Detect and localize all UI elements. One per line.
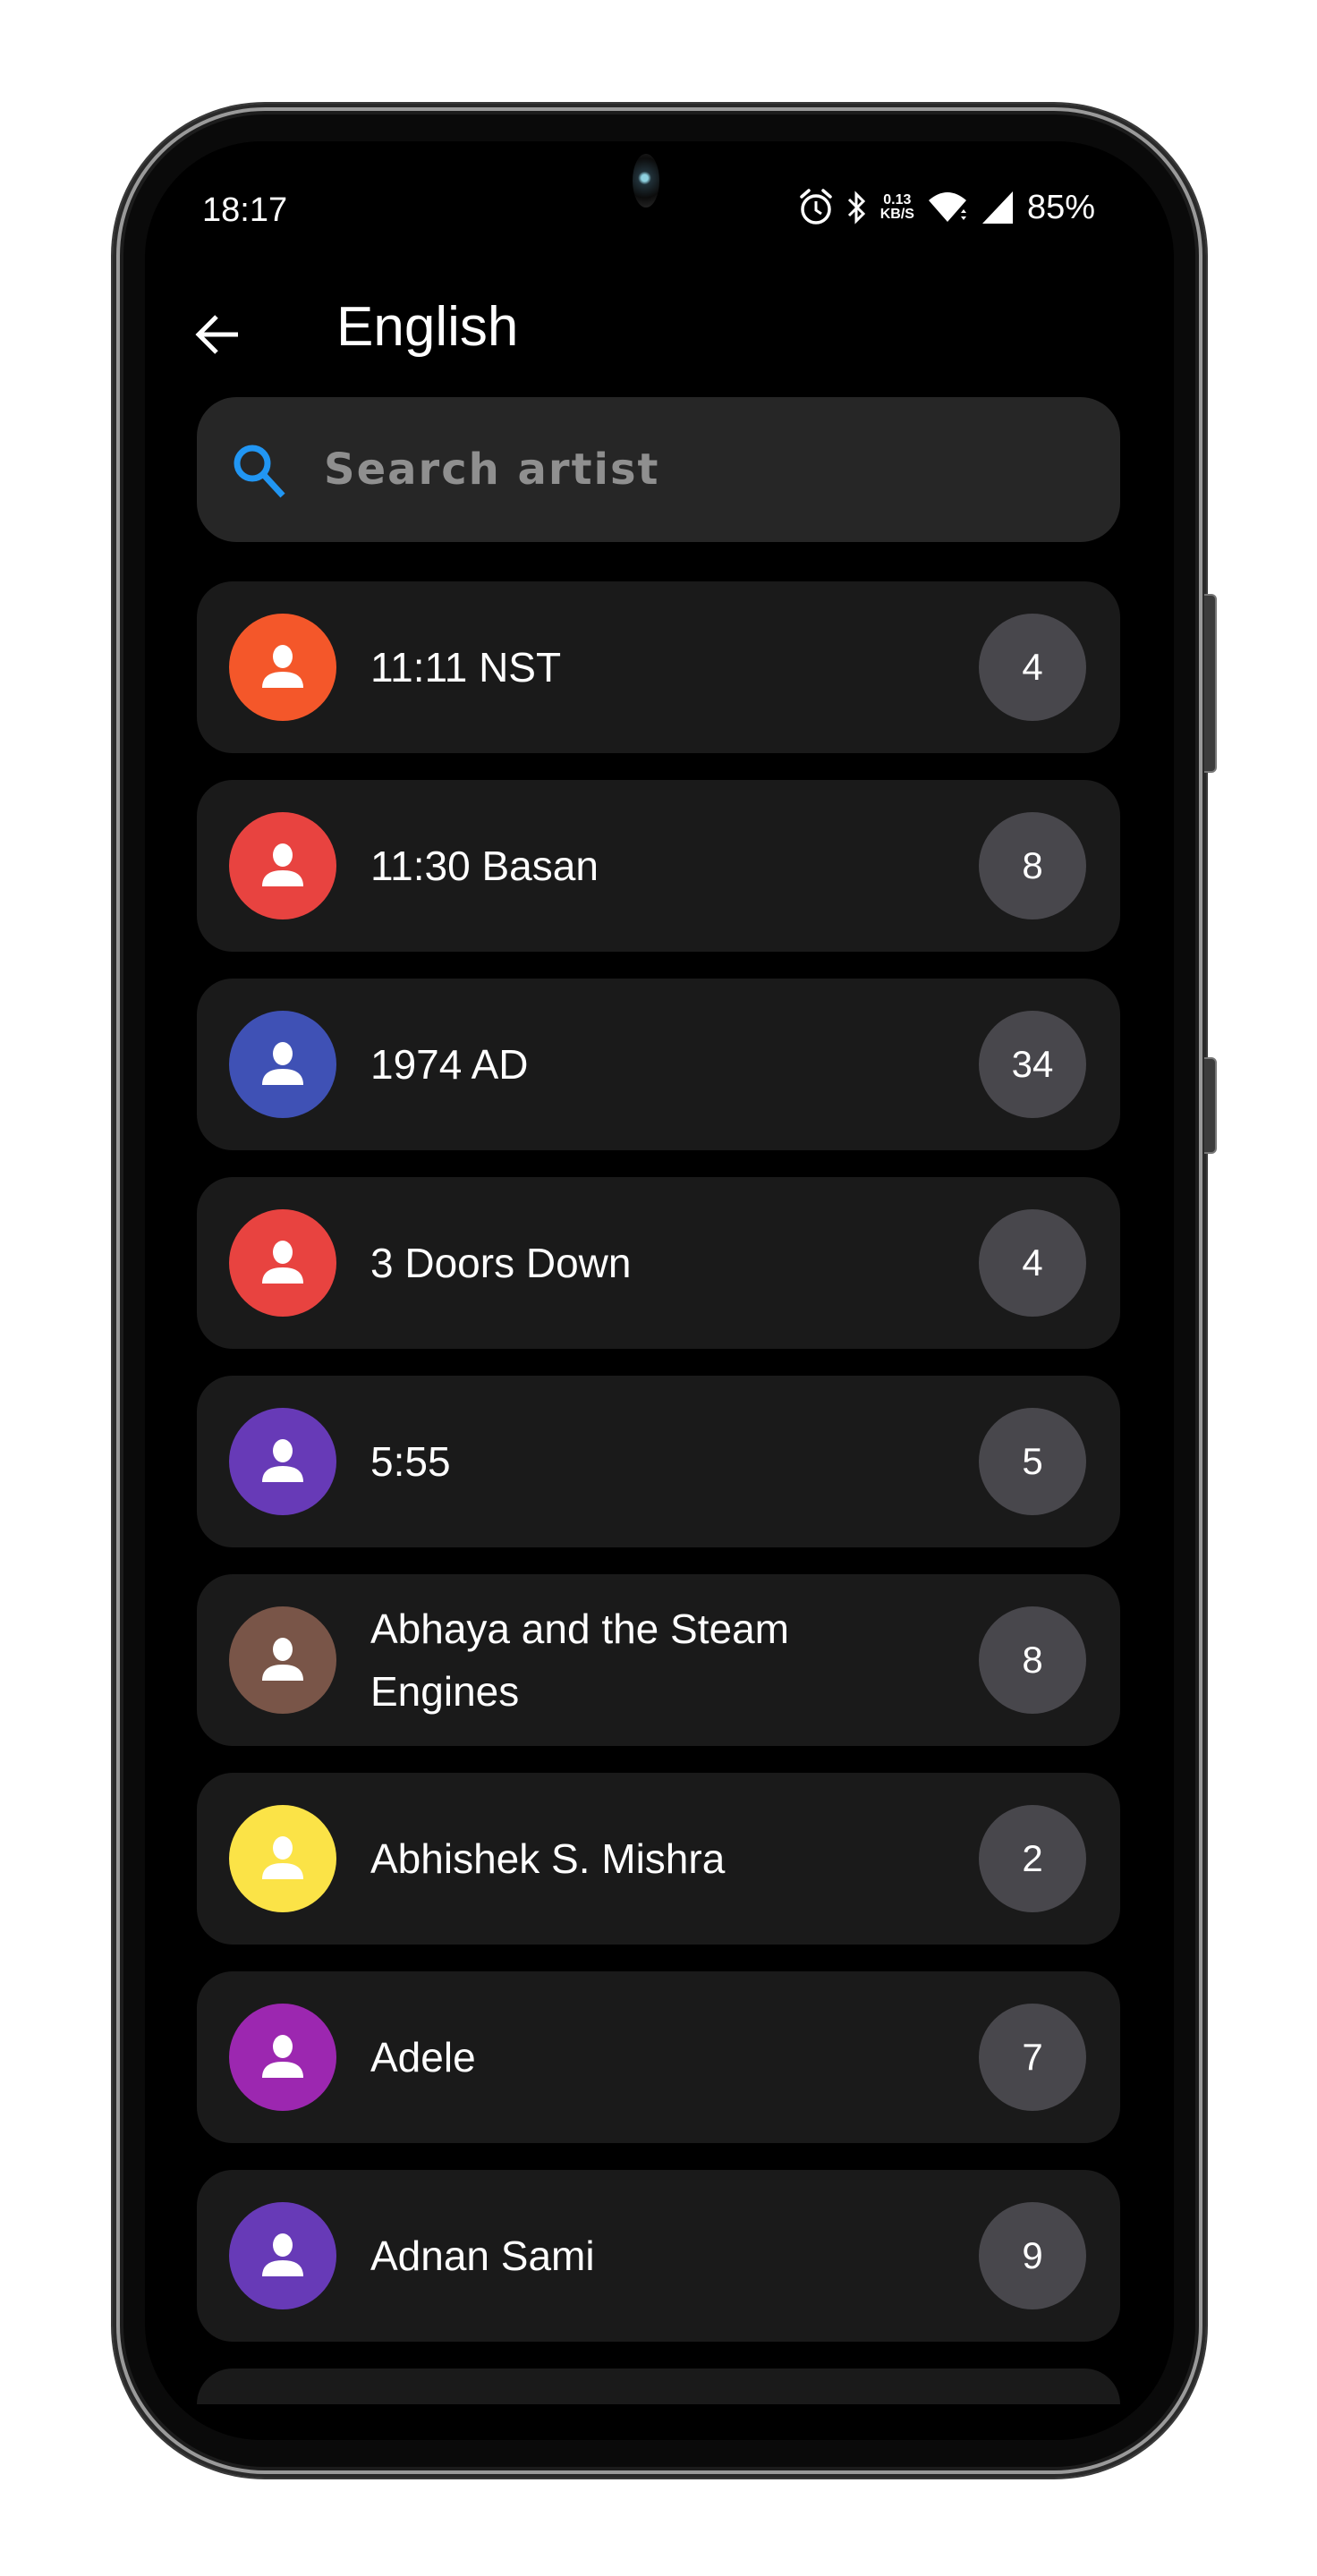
song-count-badge: 7 — [979, 2004, 1086, 2111]
artist-avatar — [229, 1408, 336, 1515]
person-icon — [262, 2233, 303, 2276]
song-count-badge: 4 — [979, 1209, 1086, 1317]
cell-signal-icon — [981, 190, 1015, 225]
song-count-badge: 8 — [979, 1606, 1086, 1714]
artist-list: 11:11 NST 4 11:30 Basan 8 1974 AD 34 3 D… — [197, 581, 1120, 2431]
person-icon — [262, 2035, 303, 2078]
person-icon — [262, 1439, 303, 1482]
artist-name: Adele — [370, 2034, 476, 2080]
artist-avatar — [229, 2004, 336, 2111]
net-speed: 0.13 KB/S — [880, 193, 914, 222]
song-count-badge: 4 — [979, 614, 1086, 721]
person-icon — [262, 1241, 303, 1284]
artist-row[interactable]: 3 Doors Down 4 — [197, 1177, 1120, 1349]
bluetooth-icon — [846, 190, 868, 225]
person-icon — [262, 1836, 303, 1879]
artist-name: 11:30 Basan — [370, 843, 599, 889]
battery-percentage: 85% — [1026, 188, 1095, 226]
volume-button — [1204, 594, 1217, 773]
net-speed-value: 0.13 — [883, 192, 912, 208]
song-count-badge: 34 — [979, 1011, 1086, 1118]
search-bar[interactable] — [197, 397, 1120, 542]
artist-name: Abhishek S. Mishra — [370, 1835, 726, 1882]
artist-name: 11:11 NST — [370, 644, 562, 691]
artist-row[interactable]: Adnan Sami 9 — [197, 2170, 1120, 2342]
artist-name: 1974 AD — [370, 1041, 529, 1088]
artist-name: Adnan Sami — [370, 2233, 595, 2279]
song-count-badge: 8 — [979, 812, 1086, 919]
alarm-icon — [798, 188, 834, 227]
person-icon — [262, 1638, 303, 1681]
artist-row[interactable]: 11:30 Basan 8 — [197, 780, 1120, 952]
artist-avatar — [229, 2202, 336, 2309]
person-icon — [262, 1042, 303, 1085]
net-speed-unit: KB/S — [879, 207, 914, 222]
song-count-badge: 5 — [979, 1408, 1086, 1515]
artist-row[interactable]: Abhaya and the Steam Engines 8 — [197, 1574, 1120, 1746]
status-bar: 18:17 0.13 KB/S 85% — [145, 141, 1174, 249]
artist-row[interactable]: 1974 AD 34 — [197, 979, 1120, 1150]
person-icon — [262, 843, 303, 886]
page-title: English — [336, 296, 519, 358]
artist-row-partial[interactable] — [197, 2368, 1120, 2404]
arrow-left-icon — [195, 315, 238, 354]
search-input[interactable] — [322, 433, 1086, 506]
song-count-badge: 9 — [979, 2202, 1086, 2309]
status-icons: 0.13 KB/S 85% — [798, 188, 1095, 227]
artist-avatar — [229, 1011, 336, 1118]
power-button — [1204, 1057, 1217, 1154]
artist-avatar — [229, 1805, 336, 1912]
person-icon — [262, 645, 303, 688]
back-button[interactable] — [191, 308, 245, 361]
artist-row[interactable]: 5:55 5 — [197, 1376, 1120, 1547]
app-bar: English — [145, 275, 1174, 383]
artist-row[interactable]: Abhishek S. Mishra 2 — [197, 1773, 1120, 1945]
artist-name: 3 Doors Down — [370, 1240, 632, 1286]
artist-avatar — [229, 812, 336, 919]
artist-row[interactable]: Adele 7 — [197, 1971, 1120, 2143]
screen: 18:17 0.13 KB/S 85% English Search artis… — [145, 141, 1174, 2440]
artist-name: Abhaya and the Steam Engines — [370, 1606, 789, 1715]
wifi-icon — [927, 190, 968, 225]
artist-row[interactable]: 11:11 NST 4 — [197, 581, 1120, 753]
artist-name: 5:55 — [370, 1438, 451, 1485]
status-time: 18:17 — [202, 191, 288, 229]
search-icon — [234, 445, 285, 498]
song-count-badge: 2 — [979, 1805, 1086, 1912]
artist-avatar — [229, 614, 336, 721]
artist-avatar — [229, 1209, 336, 1317]
artist-avatar — [229, 1606, 336, 1714]
